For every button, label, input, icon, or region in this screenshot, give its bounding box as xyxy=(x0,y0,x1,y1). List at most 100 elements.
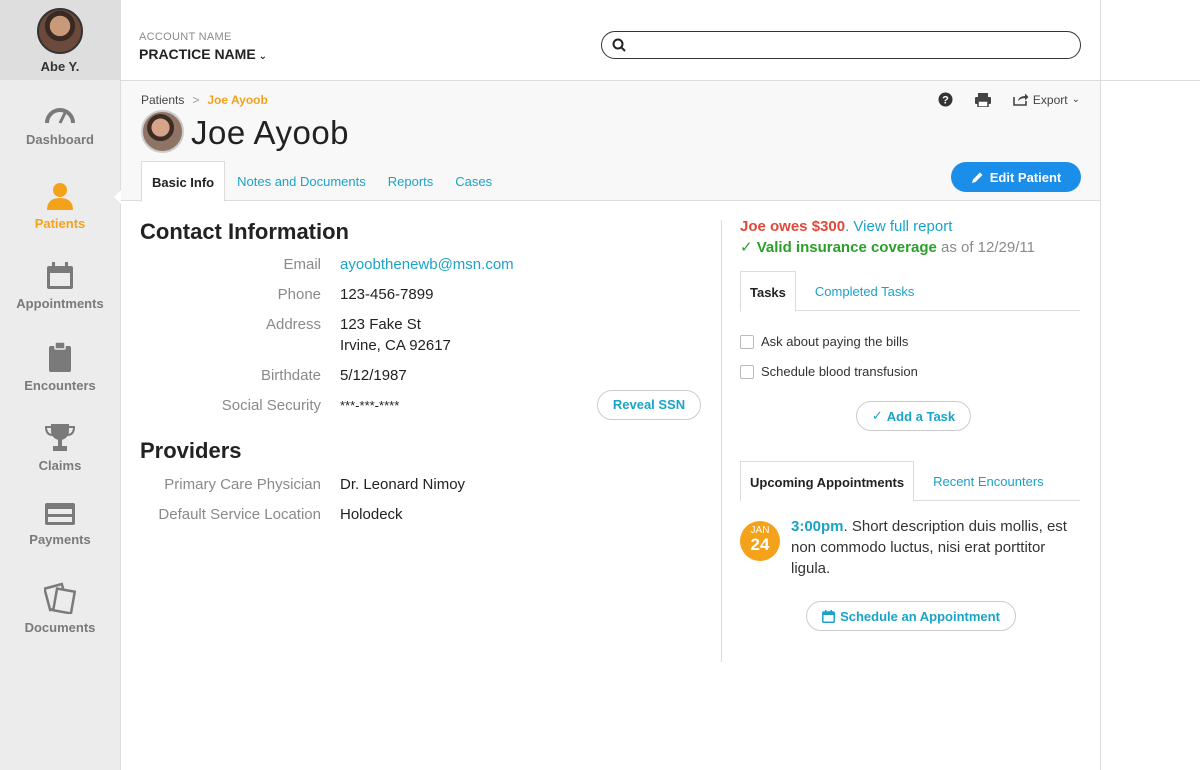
nav-label-patients: Patients xyxy=(34,216,86,231)
contact-information-heading: Contact Information xyxy=(140,219,349,244)
insurance-date: as of 12/29/11 xyxy=(941,239,1035,256)
search-bar[interactable] xyxy=(601,31,1081,59)
task-checkbox[interactable] xyxy=(740,364,754,379)
phone-label: Phone xyxy=(277,286,321,303)
export-button[interactable]: Export ⌄ xyxy=(1013,93,1080,107)
tab-recent-encounters[interactable]: Recent Encounters xyxy=(924,461,1053,501)
tab-cases[interactable]: Cases xyxy=(445,161,502,201)
help-icon: ? xyxy=(938,92,953,107)
user-block[interactable]: Abe Y. xyxy=(0,0,120,80)
nav-label-dashboard: Dashboard xyxy=(26,132,94,147)
task-item[interactable]: Ask about paying the bills xyxy=(740,334,908,349)
address-line2: Irvine, CA 92617 xyxy=(340,337,451,354)
print-icon xyxy=(974,92,991,107)
tab-completed-tasks[interactable]: Completed Tasks xyxy=(806,271,923,311)
search-input[interactable] xyxy=(634,35,1064,55)
tab-notes-and-documents[interactable]: Notes and Documents xyxy=(227,161,376,201)
balance-line: Joe owes $300. View full report xyxy=(740,218,952,235)
svg-text:?: ? xyxy=(942,95,949,107)
tab-upcoming-appointments[interactable]: Upcoming Appointments xyxy=(740,461,915,502)
appointment-time: 3:00pm xyxy=(791,518,844,535)
export-icon xyxy=(1013,93,1029,106)
birthdate-label: Birthdate xyxy=(260,367,321,384)
user-avatar[interactable] xyxy=(37,8,83,54)
service-location-label: Default Service Location xyxy=(158,506,321,523)
patient-person-icon xyxy=(47,183,73,210)
pcp-value: Dr. Leonard Nimoy xyxy=(340,476,466,493)
nav-item-encounters[interactable]: Encounters xyxy=(0,320,120,400)
appointment-month: JAN xyxy=(750,525,770,536)
patient-name: Joe Ayoob xyxy=(191,114,350,151)
nav-item-payments[interactable]: Payments xyxy=(0,480,120,560)
calendar-icon xyxy=(47,262,73,289)
header-actions: ? Export ⌄ xyxy=(916,92,1080,107)
tab-tasks[interactable]: Tasks xyxy=(740,271,796,312)
schedule-appointment-label: Schedule an Appointment xyxy=(840,608,1000,624)
checkmark-icon: ✓ xyxy=(871,408,883,423)
nav-label-encounters: Encounters xyxy=(24,378,96,393)
tab-reports[interactable]: Reports xyxy=(378,161,444,201)
email-link[interactable]: ayoobthenewb@msn.com xyxy=(340,254,514,275)
patient-tabs: Basic Info Notes and Documents Reports C… xyxy=(141,161,504,202)
nav-label-appointments: Appointments xyxy=(16,296,104,311)
nav-label-claims: Claims xyxy=(38,458,82,473)
address-label: Address xyxy=(265,316,321,333)
appointment-date-badge: JAN 24 xyxy=(740,521,780,561)
add-task-label: Add a Task xyxy=(886,408,956,424)
pcp-label: Primary Care Physician xyxy=(164,476,321,493)
add-task-button[interactable]: ✓ Add a Task xyxy=(856,401,971,431)
breadcrumb-separator: > xyxy=(192,93,200,107)
reveal-ssn-button[interactable]: Reveal SSN xyxy=(597,390,701,420)
search-icon xyxy=(612,38,626,52)
credit-card-icon xyxy=(45,503,75,525)
appointment-day: 24 xyxy=(750,535,770,554)
service-location-value: Holodeck xyxy=(340,506,403,523)
dashboard-gauge-icon xyxy=(45,108,75,124)
birthdate-value: 5/12/1987 xyxy=(340,367,407,384)
nav-label-payments: Payments xyxy=(29,532,91,547)
balance-owed: Joe owes $300 xyxy=(740,218,846,235)
nav-item-documents[interactable]: Documents xyxy=(0,560,120,640)
phone-value: 123-456-7899 xyxy=(340,286,434,303)
account-selector[interactable]: PRACTICE NAME ⌄ xyxy=(139,46,267,62)
sidebar: Abe Y. Dashboard Patients Appointments E… xyxy=(0,0,121,770)
right-panel xyxy=(1100,0,1200,770)
breadcrumb: Patients > Joe Ayoob xyxy=(141,93,268,107)
calendar-icon xyxy=(822,609,836,623)
trophy-icon xyxy=(45,424,75,451)
task-checkbox[interactable] xyxy=(740,334,754,349)
nav-item-appointments[interactable]: Appointments xyxy=(0,240,120,320)
schedule-appointment-button[interactable]: Schedule an Appointment xyxy=(806,601,1016,631)
chevron-down-icon: ⌄ xyxy=(1071,94,1080,105)
nav-item-patients[interactable]: Patients xyxy=(0,160,121,240)
appointment-tabs: Upcoming Appointments Recent Encounters xyxy=(740,461,1080,502)
account-name: PRACTICE NAME xyxy=(139,46,256,62)
address-line1: 123 Fake St xyxy=(340,316,421,333)
patient-header: Patients > Joe Ayoob Joe Ayoob ? Export ⌄ … xyxy=(121,81,1100,202)
nav-item-claims[interactable]: Claims xyxy=(0,400,120,480)
clipboard-icon xyxy=(49,342,71,372)
email-label: Email xyxy=(283,256,321,273)
edit-patient-button[interactable]: Edit Patient xyxy=(951,162,1081,192)
export-label: Export xyxy=(1032,92,1068,107)
documents-icon xyxy=(44,582,76,614)
ssn-label: Social Security xyxy=(221,397,321,414)
account-label: ACCOUNT NAME xyxy=(139,31,232,43)
appointment-item[interactable]: 3:00pm. Short description duis mollis, e… xyxy=(791,516,1076,579)
patient-avatar xyxy=(141,110,184,153)
balance-punctuation: . xyxy=(845,218,850,235)
valid-insurance: ✓ Valid insurance coverage xyxy=(740,239,937,256)
pencil-icon xyxy=(971,172,983,183)
nav-item-dashboard[interactable]: Dashboard xyxy=(0,80,120,160)
column-divider xyxy=(721,220,722,662)
view-full-report-link[interactable]: View full report xyxy=(853,218,952,235)
breadcrumb-patients-link[interactable]: Patients xyxy=(141,93,184,107)
insurance-line: ✓ Valid insurance coverage as of 12/29/1… xyxy=(740,238,1035,256)
top-bar: ACCOUNT NAME PRACTICE NAME ⌄ xyxy=(121,0,1100,81)
help-button[interactable]: ? xyxy=(938,92,953,107)
user-name: Abe Y. xyxy=(40,59,80,74)
print-button[interactable] xyxy=(974,92,991,107)
task-item[interactable]: Schedule blood transfusion xyxy=(740,364,918,379)
task-label: Schedule blood transfusion xyxy=(761,364,918,379)
tab-basic-info[interactable]: Basic Info xyxy=(141,161,226,202)
